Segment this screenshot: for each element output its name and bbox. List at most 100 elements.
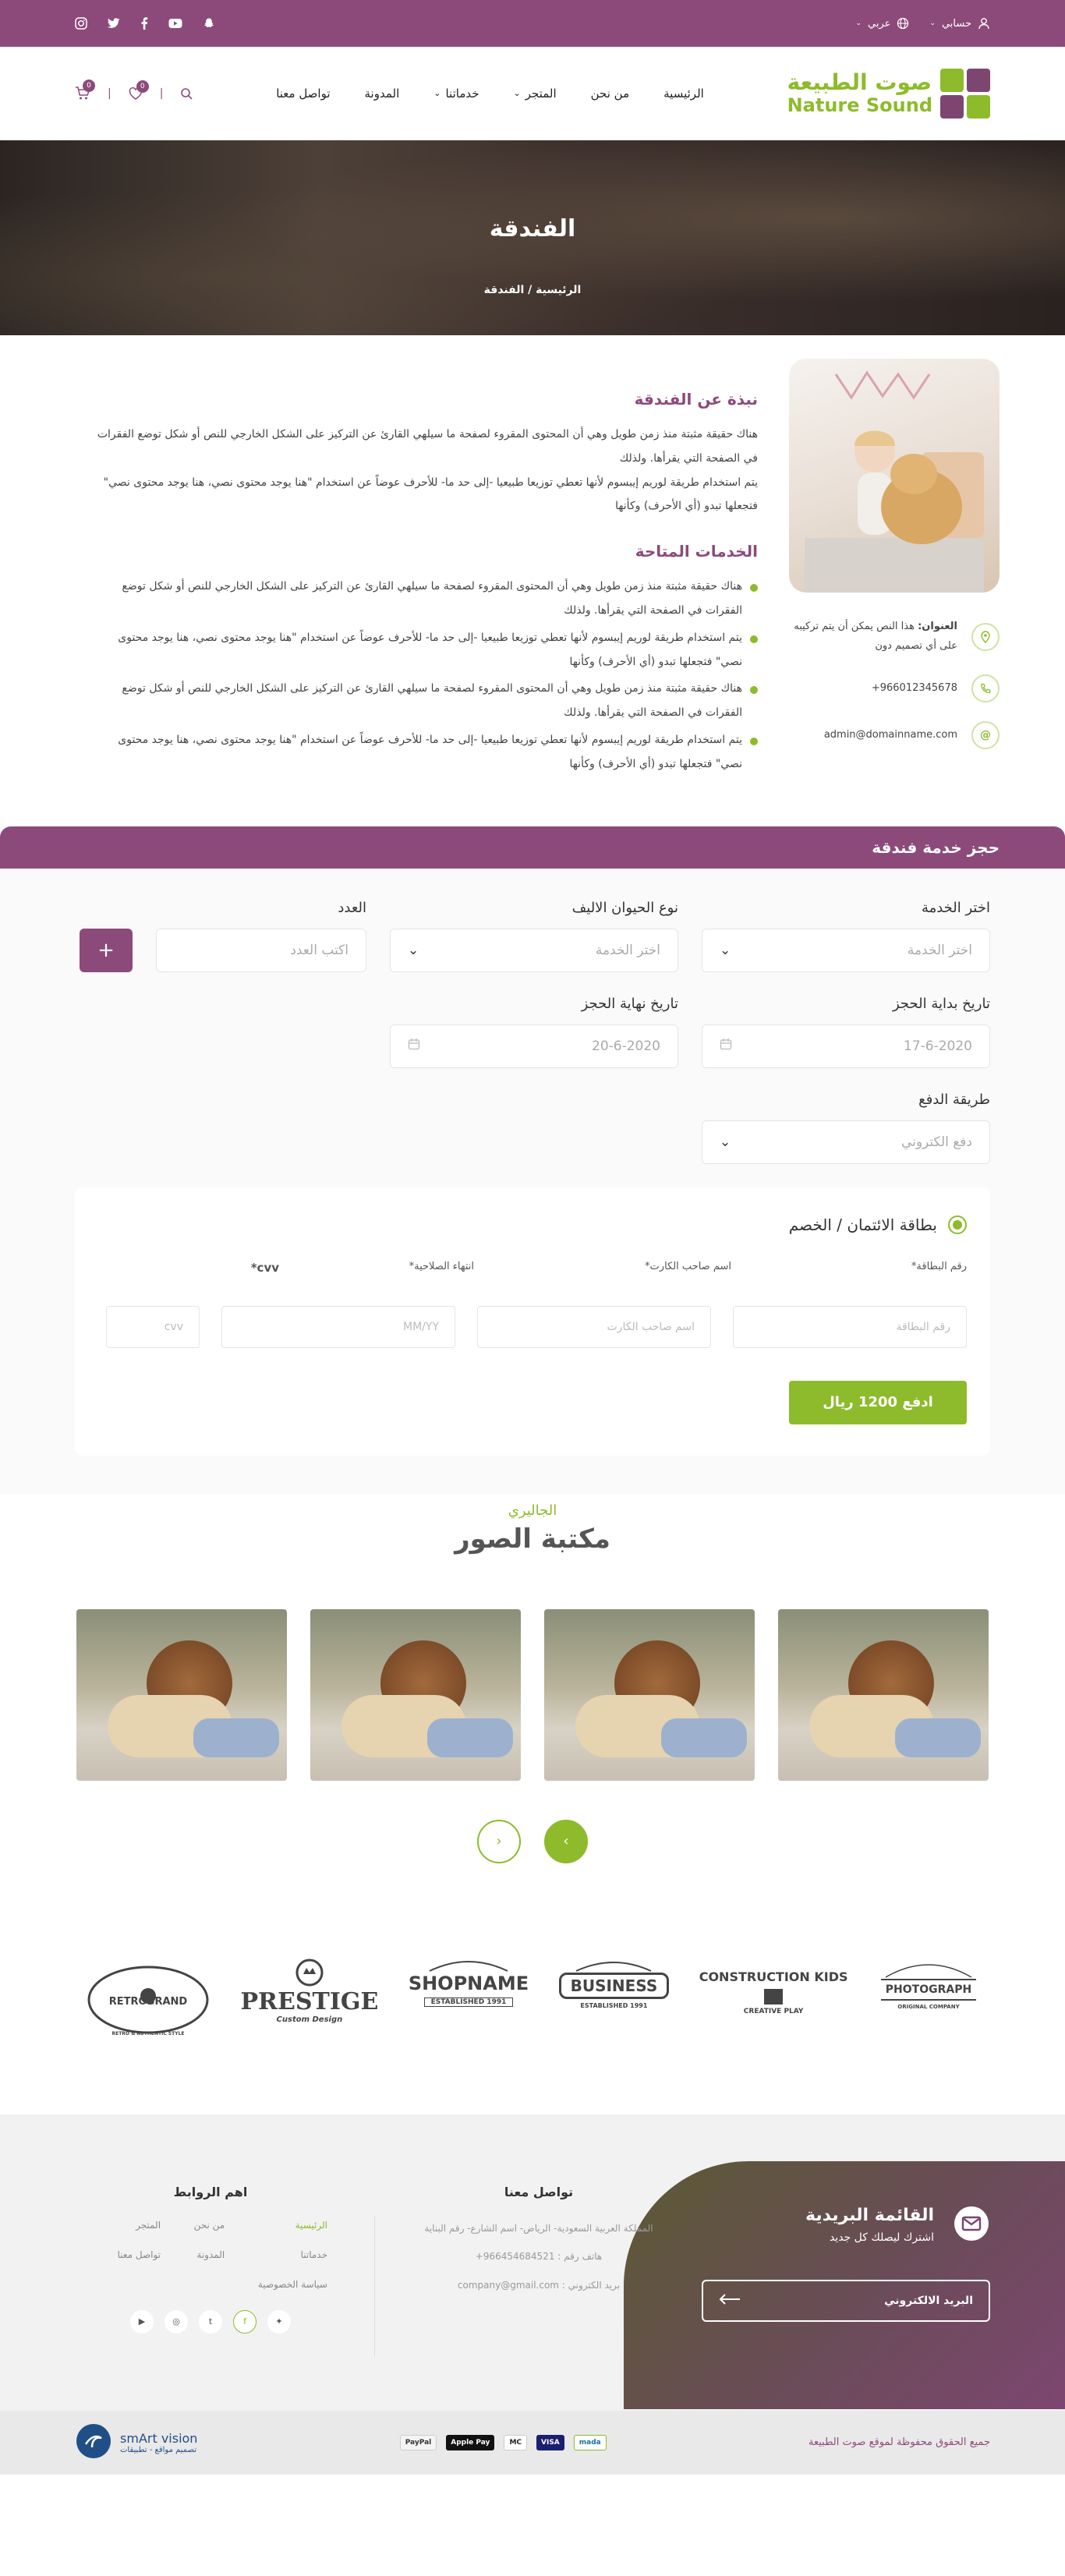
- gallery-image[interactable]: [76, 1608, 287, 1781]
- count-label: العدد: [338, 899, 366, 916]
- expiry-label: انتهاء الصلاحية*: [409, 1260, 474, 1272]
- footer-link[interactable]: الرئيسية: [234, 2220, 327, 2231]
- breadcrumb-home[interactable]: الرئيسية: [536, 284, 581, 296]
- logo-mark-icon: [940, 68, 990, 119]
- facebook-icon[interactable]: f: [233, 2309, 257, 2334]
- arrow-left-icon[interactable]: [719, 2293, 741, 2309]
- breadcrumb-current: الفندقة: [483, 284, 525, 296]
- brand-name: BUSINESS: [558, 1972, 670, 1999]
- card-payment-box: بطاقة الائتمان / الخصم رقم البطاقة* اسم …: [75, 1187, 990, 1456]
- list-item: يتم استخدام طريقة لوريم إيبسوم لأنها تعط…: [94, 626, 758, 674]
- brand-name: PRESTIGE: [240, 1987, 379, 2015]
- brand-sub: ORIGINAL COMPANY: [897, 2003, 960, 2010]
- brand-logo[interactable]: PRESTIGE Custom Design: [240, 1957, 378, 2036]
- main-header: صوت الطبيعة Nature Sound الرئيسية من نحن…: [0, 47, 1065, 140]
- brand-logo[interactable]: BUSINESS ESTABLISHED 1991: [558, 1957, 670, 2036]
- breadcrumb: الرئيسية / الفندقة: [0, 284, 1065, 296]
- count-input[interactable]: اكتب العدد: [156, 928, 366, 972]
- footer-link[interactable]: من نحن: [170, 2220, 225, 2231]
- pet-type-select[interactable]: اختر الخدمة ⌄: [390, 928, 678, 972]
- start-date-input[interactable]: 17-6-2020: [702, 1024, 990, 1068]
- snapchat-icon[interactable]: ✦: [267, 2309, 291, 2334]
- chevron-right-icon: ›: [563, 1833, 569, 1850]
- search-icon[interactable]: [180, 87, 193, 100]
- language-menu[interactable]: عربي ⌄: [855, 17, 909, 30]
- brand-logo[interactable]: SHOPNAME ESTABLISHED 1991: [409, 1957, 529, 2036]
- list-item: يتم استخدام طريقة لوريم إيبسوم لأنها تعط…: [94, 728, 758, 777]
- expiry-input[interactable]: MM/YY: [221, 1305, 455, 1348]
- footer-email[interactable]: بريد الكتروني : company@gmail.com: [422, 2277, 656, 2295]
- contact-title: تواصل معنا: [504, 2184, 574, 2199]
- wishlist-icon[interactable]: 0: [129, 80, 149, 100]
- brand-logo[interactable]: RETROBRAND RETRO & AUTHENTIC STYLE: [86, 1957, 211, 2036]
- count-placeholder: اكتب العدد: [290, 942, 349, 958]
- instagram-icon[interactable]: [75, 17, 87, 30]
- pay-button[interactable]: ادفع 1200 ريال: [789, 1380, 967, 1424]
- nav-contact[interactable]: تواصل معنا: [276, 87, 330, 101]
- credit-logo[interactable]: smArt vision تصميم مواقع - تطبيقات: [75, 2422, 197, 2463]
- youtube-icon[interactable]: [168, 18, 182, 29]
- nav-services[interactable]: خدماتنا ⌄: [433, 87, 479, 101]
- location-pin-icon: [971, 622, 1000, 651]
- email-row: @ admin@domainname.com: [789, 721, 1000, 750]
- globe-icon: [897, 17, 909, 30]
- card-option-label: بطاقة الائتمان / الخصم: [788, 1215, 937, 1234]
- language-label: عربي: [868, 17, 891, 30]
- gallery-prev-button[interactable]: ‹: [477, 1819, 521, 1863]
- service-text: هناك حقيقة مثبتة منذ زمن طويل وهي أن الم…: [122, 682, 742, 720]
- brand-sub: Custom Design: [276, 2015, 343, 2024]
- footer-link[interactable]: المتجر: [94, 2220, 161, 2231]
- gallery-image[interactable]: [778, 1608, 989, 1781]
- service-select[interactable]: اختر الخدمة ⌄: [702, 928, 990, 972]
- instagram-icon[interactable]: ◎: [165, 2309, 188, 2334]
- card-radio[interactable]: [948, 1215, 967, 1234]
- list-item: هناك حقيقة مثبتة منذ زمن طويل وهي أن الم…: [94, 677, 758, 725]
- at-sign-icon: @: [971, 721, 1000, 750]
- service-text: يتم استخدام طريقة لوريم إيبسوم لأنها تعط…: [118, 631, 742, 668]
- footer-phone[interactable]: هاتف رقم : 966454684521+: [422, 2248, 656, 2266]
- services-title: الخدمات المتاحة: [635, 534, 770, 564]
- nav-about[interactable]: من نحن: [591, 87, 630, 101]
- footer-link[interactable]: خدماتنا: [234, 2249, 327, 2260]
- email-text[interactable]: admin@domainname.com: [824, 726, 957, 745]
- add-count-button[interactable]: +: [80, 928, 133, 972]
- cvv-input[interactable]: cvv: [106, 1305, 200, 1348]
- cart-icon[interactable]: 0: [75, 79, 95, 101]
- nav-label: المتجر: [525, 86, 557, 101]
- twitter-icon[interactable]: t: [199, 2309, 222, 2334]
- gallery-image[interactable]: [310, 1608, 521, 1781]
- chevron-down-icon: ⌄: [720, 1134, 731, 1150]
- footer-link[interactable]: المدونة: [170, 2249, 225, 2260]
- payment-logos: PayPal Apple Pay MC VISA mada: [399, 2434, 607, 2450]
- chevron-down-icon: ⌄: [720, 942, 731, 958]
- top-bar: حسابي ⌄ عربي ⌄: [0, 0, 1065, 47]
- card-number-input[interactable]: رقم البطاقة: [733, 1305, 967, 1348]
- start-date-label: تاريخ بداية الحجز: [892, 995, 990, 1012]
- footer-link[interactable]: سياسة الخصوصية: [234, 2279, 327, 2290]
- footer-divider: [374, 2215, 375, 2356]
- nav-store[interactable]: المتجر ⌄: [514, 87, 557, 101]
- end-date-input[interactable]: 20-6-2020: [390, 1024, 678, 1068]
- account-menu[interactable]: حسابي ⌄: [929, 17, 990, 30]
- newsletter-email-input[interactable]: البريد الالكتروني: [702, 2279, 990, 2322]
- gallery-subtitle: الجاليري: [508, 1502, 557, 1519]
- email-placeholder: البريد الالكتروني: [884, 2294, 973, 2307]
- footer-link[interactable]: تواصل معنا: [94, 2249, 161, 2260]
- nav-blog[interactable]: المدونة: [365, 87, 400, 101]
- snapchat-icon[interactable]: [203, 17, 215, 30]
- gallery-image[interactable]: [544, 1608, 755, 1781]
- about-paragraph: هناك حقيقة مثبتة منذ زمن طويل وهي أن الم…: [97, 428, 758, 465]
- youtube-icon[interactable]: ▶: [130, 2309, 154, 2334]
- gallery-next-button[interactable]: ›: [544, 1819, 588, 1863]
- breadcrumb-separator: /: [528, 284, 532, 296]
- brand-logo[interactable]: CONSTRUCTION KIDS CREATIVE PLAY: [699, 1957, 848, 2036]
- twitter-icon[interactable]: [108, 18, 120, 29]
- phone-text[interactable]: +966012345678: [872, 679, 957, 699]
- payment-method-select[interactable]: دفع الكتروني ⌄: [702, 1120, 990, 1164]
- calendar-icon: [720, 1038, 732, 1054]
- facebook-icon[interactable]: [140, 17, 148, 30]
- card-holder-input[interactable]: اسم صاحب الكارت: [477, 1305, 711, 1348]
- nav-home[interactable]: الرئيسية: [663, 87, 704, 101]
- brand-logo[interactable]: PHOTOGRAPH ORIGINAL COMPANY: [878, 1957, 979, 2036]
- site-logo[interactable]: صوت الطبيعة Nature Sound: [787, 68, 990, 119]
